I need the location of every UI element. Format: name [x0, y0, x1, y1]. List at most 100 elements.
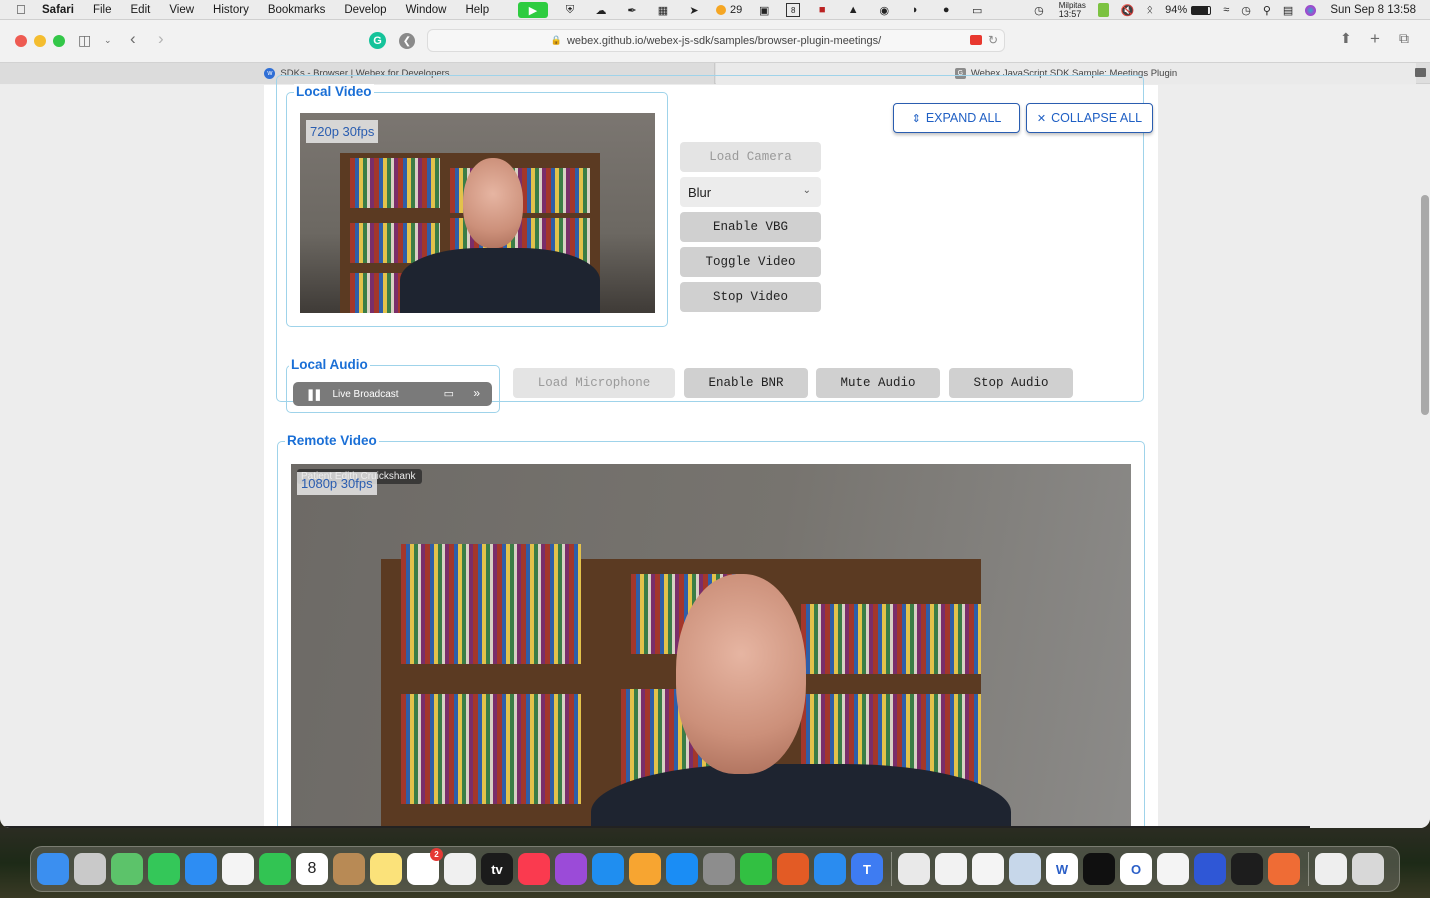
mute-audio-button[interactable]: Mute Audio [816, 368, 940, 398]
dock-app-calendar[interactable]: 8 [296, 853, 328, 885]
dock-app-photos[interactable] [222, 853, 254, 885]
dock-app-mail[interactable] [185, 853, 217, 885]
menu-bookmarks[interactable]: Bookmarks [268, 4, 326, 16]
facetime-status-icon[interactable]: ▶ [518, 2, 548, 18]
dock-app-app-store[interactable] [666, 853, 698, 885]
notification-counter[interactable]: 29 [716, 2, 742, 18]
stop-audio-button[interactable]: Stop Audio [949, 368, 1073, 398]
pause-icon[interactable]: ❚❚ [306, 388, 323, 401]
grammarly-extension-icon[interactable]: G [369, 32, 386, 49]
screenshot-icon[interactable]: ▦ [654, 2, 672, 18]
dock-app-messages[interactable] [148, 853, 180, 885]
menu-safari[interactable]: Safari [42, 4, 74, 16]
dock-app-word[interactable]: W [1046, 853, 1078, 885]
dock-app-safari[interactable] [814, 853, 846, 885]
dock-app-bitwarden[interactable] [1194, 853, 1226, 885]
audio-player[interactable]: ❚❚ Live Broadcast ▭ » [293, 382, 492, 406]
new-tab-icon[interactable]: + [1370, 29, 1380, 49]
wifi-icon[interactable]: ≈ [1223, 4, 1229, 16]
dock-app-system-settings[interactable] [703, 853, 735, 885]
menu-develop[interactable]: Develop [344, 4, 386, 16]
camera-in-use-icon[interactable] [970, 35, 982, 45]
load-camera-button[interactable]: Load Camera [680, 142, 821, 172]
back-button[interactable]: ‹ [130, 29, 136, 49]
dock-app-outlook[interactable]: O [1120, 853, 1152, 885]
chevron-down-icon[interactable]: ⌄ [104, 35, 112, 46]
airplay-icon[interactable]: ▭ [444, 387, 454, 400]
dock-app-webex[interactable] [1083, 853, 1115, 885]
more-controls-icon[interactable]: » [473, 386, 480, 400]
tab-camera-icon[interactable] [1415, 68, 1426, 77]
reload-icon[interactable]: ↻ [988, 33, 998, 47]
dock-app-sequel[interactable] [898, 853, 930, 885]
expand-all-button[interactable]: ⇕ EXPAND ALL [893, 103, 1020, 133]
enable-vbg-button[interactable]: Enable VBG [680, 212, 821, 242]
collapse-all-button[interactable]: ✕ COLLAPSE ALL [1026, 103, 1153, 133]
zoom-window-button[interactable] [53, 35, 65, 47]
load-microphone-button[interactable]: Load Microphone [513, 368, 675, 398]
dock-app-maps[interactable] [111, 853, 143, 885]
clock-app-icon[interactable]: ● [937, 2, 955, 18]
dock-app-reminders[interactable]: 2 [407, 848, 443, 885]
share-icon[interactable]: ⬆ [1340, 30, 1352, 47]
dock-app-facetime[interactable] [259, 853, 291, 885]
dock-app-notes[interactable] [370, 853, 402, 885]
menu-file[interactable]: File [93, 4, 112, 16]
toggle-icon[interactable]: ◗ [906, 2, 924, 18]
pen-icon[interactable]: ✒ [623, 2, 641, 18]
dock-app-firefox[interactable] [777, 853, 809, 885]
menu-window[interactable]: Window [406, 4, 447, 16]
record-icon[interactable]: ■ [813, 2, 831, 18]
dock-app-chrome[interactable] [935, 853, 967, 885]
menu-view[interactable]: View [169, 4, 194, 16]
dock-app-music[interactable] [518, 853, 550, 885]
cloud-icon[interactable]: ▲ [844, 2, 862, 18]
tab-overview-icon[interactable]: ⧉ [1399, 30, 1409, 47]
dock-app-podcasts[interactable] [555, 853, 587, 885]
world-clock[interactable]: ◷ Milpitas 13:57 [1034, 2, 1086, 19]
dock-app-numbers[interactable] [740, 853, 772, 885]
minimize-window-button[interactable] [34, 35, 46, 47]
spotlight-search-icon[interactable]: ⚲ [1263, 4, 1271, 17]
dock-app-contacts[interactable] [333, 853, 365, 885]
dock-app-launchpad[interactable] [74, 853, 106, 885]
grammarly-tray-icon[interactable]: ◉ [875, 2, 893, 18]
stop-video-button[interactable]: Stop Video [680, 282, 821, 312]
battery-percent[interactable]: 94% [1165, 4, 1187, 16]
dock-app-preview[interactable] [1009, 853, 1041, 885]
dock-app-downloads[interactable] [1315, 853, 1347, 885]
sync-icon[interactable]: ☁ [592, 2, 610, 18]
dock-app-news[interactable] [444, 853, 476, 885]
dock-app-toolbox[interactable]: T [851, 853, 883, 885]
enable-bnr-button[interactable]: Enable BNR [684, 368, 808, 398]
menu-edit[interactable]: Edit [131, 4, 151, 16]
dock-app-trash[interactable] [1352, 853, 1384, 885]
extension-icon[interactable]: ❮ [399, 33, 415, 49]
sidebar-toggle-icon[interactable]: ◫ [78, 32, 91, 49]
control-center-icon[interactable]: ▤ [1283, 4, 1293, 17]
time-machine-icon[interactable]: ◷ [1241, 4, 1251, 17]
dock-app-tv[interactable]: tv [481, 853, 513, 885]
dock-app-pages[interactable] [629, 853, 661, 885]
menu-history[interactable]: History [213, 4, 249, 16]
green-battery-icon[interactable] [1097, 3, 1109, 17]
toggle-video-button[interactable]: Toggle Video [680, 247, 821, 277]
menu-clock[interactable]: Sun Sep 8 13:58 [1330, 4, 1416, 16]
bluetooth-icon[interactable]: ᛟ [1147, 4, 1154, 16]
dock-app-finder[interactable] [37, 853, 69, 885]
siri-icon[interactable] [1305, 4, 1317, 16]
c-app-icon[interactable]: ▣ [755, 2, 773, 18]
close-window-button[interactable] [15, 35, 27, 47]
forward-button[interactable]: › [158, 29, 164, 49]
dock-app-keynote[interactable] [592, 853, 624, 885]
horizontal-scrollbar[interactable] [0, 826, 1310, 828]
share-graph-icon[interactable]: ➤ [685, 2, 703, 18]
apple-menu-icon[interactable]:  [16, 2, 32, 17]
dock-app-textedit[interactable] [972, 853, 1004, 885]
address-bar[interactable]: 🔒 webex.github.io/webex-js-sdk/samples/b… [427, 29, 1005, 52]
menu-help[interactable]: Help [465, 4, 489, 16]
dock-app-webex-app[interactable] [1231, 853, 1263, 885]
calendar-icon[interactable]: 8 [786, 3, 801, 17]
dock-app-vpn[interactable] [1157, 853, 1189, 885]
window-icon[interactable]: ▭ [968, 2, 986, 18]
